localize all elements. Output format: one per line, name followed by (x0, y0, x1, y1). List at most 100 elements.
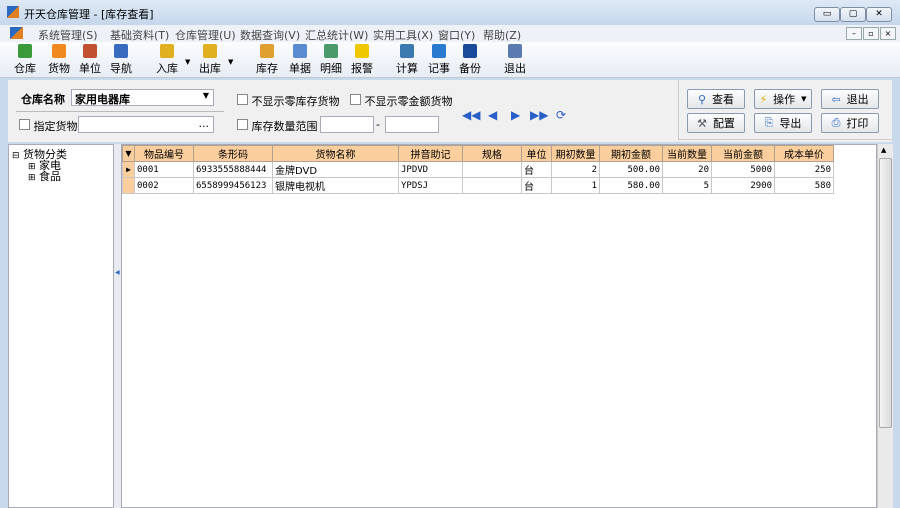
table-cell[interactable]: JPDVD (398, 161, 463, 178)
table-row[interactable]: ▶ 0001 6933555888444 金牌DVD JPDVD 台 2 500.00 20 50… (122, 161, 834, 178)
table-cell[interactable]: 台 (521, 161, 552, 178)
toolbar-icon (400, 44, 414, 58)
table-cell[interactable]: 6933555888444 (193, 161, 273, 178)
refresh-icon[interactable]: ⟳ (556, 108, 566, 122)
column-header[interactable]: 物品编号 (134, 145, 194, 162)
column-header[interactable]: 货物名称 (272, 145, 399, 162)
browse-button[interactable]: ... (199, 117, 210, 130)
table-cell[interactable] (462, 177, 522, 194)
operate-button[interactable]: ⚡ 操作 ▼ (754, 89, 812, 109)
toolbar-button-9[interactable]: 报警 (347, 44, 377, 76)
first-record-icon[interactable]: ◀◀ (462, 108, 480, 122)
toolbar: 仓库 货物 单位 导航 入库 出库 库存 单据 明细 报警 计算 记事 备份 退出 ▼ ▼ (0, 42, 900, 78)
maximize-button[interactable]: ▢ (840, 7, 866, 22)
close-button[interactable]: ✕ (866, 7, 892, 22)
toolbar-button-4[interactable]: 入库 (152, 44, 182, 76)
toolbar-button-3[interactable]: 导航 (106, 44, 136, 76)
menu-statistics[interactable]: 汇总统计(W) (305, 27, 368, 43)
app-menu-icon[interactable] (10, 27, 23, 39)
last-record-icon[interactable]: ▶▶ (530, 108, 548, 122)
menu-system[interactable]: 系统管理(S) (38, 27, 98, 43)
mdi-restore-button[interactable]: ▫ (863, 27, 879, 40)
menu-basic-data[interactable]: 基础资料(T) (110, 27, 169, 43)
stock-max-input[interactable] (385, 116, 439, 133)
mdi-close-button[interactable]: × (880, 27, 896, 40)
column-header[interactable]: 单位 (521, 145, 552, 162)
table-cell[interactable]: 银牌电视机 (272, 177, 399, 194)
search-icon: ⚲ (697, 92, 707, 106)
table-row[interactable]: 0002 6558999456123 银牌电视机 YPDSJ 台 1 580.00 5 2900… (122, 177, 834, 194)
menu-warehouse[interactable]: 仓库管理(U) (175, 27, 236, 43)
menu-tools[interactable]: 实用工具(X) (373, 27, 433, 43)
toolbar-icon (18, 44, 32, 58)
table-cell[interactable]: 5 (662, 177, 712, 194)
menu-query[interactable]: 数据查询(V) (240, 27, 300, 43)
table-cell[interactable]: 金牌DVD (272, 161, 399, 178)
next-record-icon[interactable]: ▶ (511, 108, 520, 122)
table-cell[interactable] (462, 161, 522, 178)
column-header[interactable]: 当前数量 (662, 145, 712, 162)
table-cell[interactable]: 5000 (711, 161, 775, 178)
toolbar-label: 记事 (428, 62, 450, 75)
table-cell[interactable]: 1 (551, 177, 600, 194)
table-cell[interactable]: 6558999456123 (193, 177, 273, 194)
toolbar-button-10[interactable]: 计算 (392, 44, 422, 76)
vertical-scrollbar[interactable]: ▲ (877, 144, 893, 508)
operate-label: 操作 (773, 93, 796, 106)
stock-range-checkbox[interactable] (237, 119, 248, 130)
print-button[interactable]: ⎙ 打印 (821, 113, 879, 133)
toolbar-button-2[interactable]: 单位 (75, 44, 105, 76)
hide-zero-amount-checkbox[interactable] (350, 94, 361, 105)
menu-window[interactable]: 窗口(Y) (438, 27, 475, 43)
table-cell[interactable]: 500.00 (599, 161, 663, 178)
column-header[interactable]: 拼音助记 (398, 145, 463, 162)
toolbar-button-13[interactable]: 退出 (500, 44, 530, 76)
exit-button[interactable]: ⇦ 退出 (821, 89, 879, 109)
table-cell[interactable]: 2 (551, 161, 600, 178)
column-header[interactable]: 规格 (462, 145, 522, 162)
splitter[interactable]: ◀ (114, 144, 121, 508)
table-cell[interactable]: 580.00 (599, 177, 663, 194)
goods-input[interactable]: ... (78, 116, 214, 133)
header-menu-icon[interactable]: ▼ (122, 145, 135, 162)
table-cell[interactable]: 2900 (711, 177, 775, 194)
specify-goods-checkbox[interactable] (19, 119, 30, 130)
tree-node-food[interactable]: ⊞ 食品 (28, 168, 61, 184)
mdi-minimize-button[interactable]: – (846, 27, 862, 40)
minimize-button[interactable]: ▭ (814, 7, 840, 22)
table-cell[interactable]: 580 (774, 177, 834, 194)
table-cell[interactable]: 0002 (134, 177, 194, 194)
toolbar-button-8[interactable]: 明细 (316, 44, 346, 76)
hide-zero-stock-checkbox[interactable] (237, 94, 248, 105)
stock-min-input[interactable] (320, 116, 374, 133)
toolbar-icon (508, 44, 522, 58)
toolbar-button-12[interactable]: 备份 (455, 44, 485, 76)
menu-help[interactable]: 帮助(Z) (483, 27, 521, 43)
table-cell[interactable]: 台 (521, 177, 552, 194)
outbound-dropdown-icon[interactable]: ▼ (228, 58, 233, 66)
view-button[interactable]: ⚲ 查看 (687, 89, 745, 109)
table-cell[interactable]: 250 (774, 161, 834, 178)
toolbar-button-1[interactable]: 货物 (44, 44, 74, 76)
column-header[interactable]: 条形码 (193, 145, 273, 162)
column-header[interactable]: 期初数量 (551, 145, 600, 162)
scroll-thumb[interactable] (879, 158, 892, 428)
table-cell[interactable]: YPDSJ (398, 177, 463, 194)
inbound-dropdown-icon[interactable]: ▼ (185, 58, 190, 66)
column-header[interactable]: 成本单价 (774, 145, 834, 162)
warehouse-select[interactable]: 家用电器库 ▼ (71, 89, 214, 106)
scroll-up-icon[interactable]: ▲ (881, 146, 886, 154)
column-header[interactable]: 当前金额 (711, 145, 775, 162)
prev-record-icon[interactable]: ◀ (488, 108, 497, 122)
toolbar-button-11[interactable]: 记事 (424, 44, 454, 76)
toolbar-button-0[interactable]: 仓库 (10, 44, 40, 76)
toolbar-button-7[interactable]: 单据 (285, 44, 315, 76)
toolbar-button-5[interactable]: 出库 (195, 44, 225, 76)
table-cell[interactable]: 0001 (134, 161, 194, 178)
toolbar-icon (260, 44, 274, 58)
config-button[interactable]: ⚒ 配置 (687, 113, 745, 133)
column-header[interactable]: 期初金额 (599, 145, 663, 162)
table-cell[interactable]: 20 (662, 161, 712, 178)
toolbar-button-6[interactable]: 库存 (252, 44, 282, 76)
export-button[interactable]: ⎘ 导出 (754, 113, 812, 133)
